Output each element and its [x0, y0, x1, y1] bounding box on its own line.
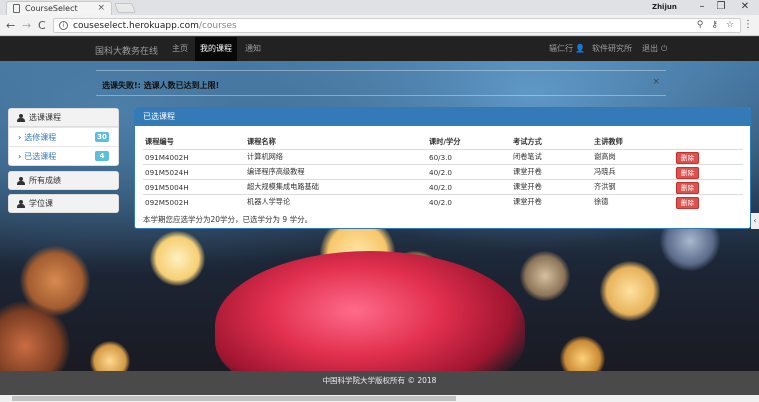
count-badge: 30: [95, 132, 109, 142]
power-icon: ⏻: [661, 44, 668, 53]
scrollbar-thumb[interactable]: [12, 396, 456, 401]
table-row: 092M5002H 机器人学导论 40/2.0 课堂开卷 徐德 删除: [143, 194, 743, 209]
delete-button[interactable]: 删除: [676, 197, 699, 209]
header-name: 课程名称: [247, 136, 276, 146]
course-name: 超大规模集成电路基础: [247, 182, 319, 191]
table-row: 091M5024H 编译程序高级教程 40/2.0 课堂开卷 冯晓兵 删除: [143, 164, 743, 179]
page-footer: 中国科学院大学版权所有 © 2018: [0, 371, 759, 395]
nav-user[interactable]: 辐仁行 👤: [544, 37, 590, 61]
sidebar-select-panel: 选课课程 › 选修课程 30 › 已选课程 4: [8, 108, 119, 166]
course-exam: 课堂开卷: [513, 197, 542, 206]
user-icon: [17, 176, 25, 185]
table-row: 091M5004H 超大规模集成电路基础 40/2.0 课堂开卷 齐洪钢 删除: [143, 179, 743, 194]
reload-button[interactable]: C: [38, 19, 46, 32]
sidebar-select-title: 选课课程: [29, 113, 61, 122]
course-code: 091M5004H: [145, 182, 189, 192]
chevron-right-icon: ›: [18, 151, 22, 161]
course-code: 091M5024H: [145, 167, 189, 177]
course-teacher: 徐德: [594, 197, 609, 206]
credit-summary: 本学期您应选学分为20学分，已选学分为 9 学分。: [143, 215, 313, 224]
sidebar-degree-panel[interactable]: 学位课: [8, 194, 119, 213]
course-teacher: 谢高岗: [594, 152, 616, 161]
sidebar-item-elective-courses[interactable]: › 选修课程 30: [9, 127, 118, 146]
alert-message: 选课失败!: 选课人数已达到上限!: [102, 81, 220, 90]
sidebar-item-selected-courses[interactable]: › 已选课程 4: [9, 146, 118, 165]
courses-table: 课程编号 课程名称 课时/学分 考试方式 主讲教师 091M4002H 计算机网…: [143, 134, 743, 209]
course-exam: 课堂开卷: [513, 167, 542, 176]
nav-logout[interactable]: 退出 ⏻: [637, 37, 672, 61]
back-button[interactable]: ←: [6, 19, 15, 32]
sidebar-grades-title: 所有成绩: [29, 176, 61, 185]
panel-title: 已选课程: [135, 108, 750, 126]
star-icon[interactable]: ☆: [726, 20, 734, 30]
new-tab-button[interactable]: [114, 3, 136, 13]
nav-home[interactable]: 主页: [167, 37, 193, 61]
url-path: /courses: [198, 20, 237, 31]
course-credit: 40/2.0: [429, 182, 452, 192]
nav-user-label: 辐仁行: [549, 44, 573, 53]
user-icon: [17, 113, 25, 122]
course-exam: 闭卷笔试: [513, 152, 542, 161]
table-row: 091M4002H 计算机网络 60/3.0 闭卷笔试 谢高岗 删除: [143, 149, 743, 164]
header-teacher: 主讲教师: [594, 136, 623, 146]
count-badge: 4: [95, 151, 109, 161]
course-credit: 60/3.0: [429, 152, 452, 162]
sidebar-select-header[interactable]: 选课课程: [9, 109, 118, 127]
delete-button[interactable]: 删除: [676, 167, 699, 179]
tab-close-icon[interactable]: ×: [97, 3, 105, 13]
course-name: 计算机网络: [247, 152, 283, 161]
sidebar-item-label: 选修课程: [24, 132, 57, 142]
header-credit: 课时/学分: [429, 136, 461, 146]
course-credit: 40/2.0: [429, 197, 452, 207]
browser-tab[interactable]: CourseSelect ×: [6, 1, 112, 15]
course-teacher: 冯晓兵: [594, 167, 616, 176]
page-icon: [13, 4, 20, 13]
sidebar-degree-title: 学位课: [29, 199, 53, 208]
key-icon[interactable]: ⚷: [711, 20, 718, 30]
course-credit: 40/2.0: [429, 167, 452, 177]
course-code: 092M5002H: [145, 197, 189, 207]
delete-button[interactable]: 删除: [676, 182, 699, 194]
header-code: 课程编号: [145, 136, 174, 146]
logout-label: 退出: [642, 44, 658, 53]
browser-tabbar: CourseSelect × Zhijun – ❐ ✕: [0, 0, 759, 15]
close-window-button[interactable]: ✕: [735, 1, 755, 12]
site-brand[interactable]: 国科大教务在线: [95, 44, 158, 57]
delete-button[interactable]: 删除: [676, 152, 699, 164]
course-name: 机器人学导论: [247, 197, 291, 206]
horizontal-scrollbar[interactable]: [0, 395, 759, 402]
course-exam: 课堂开卷: [513, 182, 542, 191]
selected-courses-panel: 已选课程 课程编号 课程名称 课时/学分 考试方式 主讲教师 091M4002H…: [134, 107, 751, 229]
zoom-icon[interactable]: ⚲: [697, 20, 704, 30]
sidebar-degree-header[interactable]: 学位课: [9, 195, 118, 212]
browser-menu-icon[interactable]: ⋮: [743, 19, 753, 30]
browser-user-name[interactable]: Zhijun: [652, 3, 677, 11]
sidebar-grades-header[interactable]: 所有成绩: [9, 172, 118, 189]
address-bar[interactable]: i couseselect.herokuapp.com /courses ⚲ ⚷…: [53, 18, 741, 33]
table-header-row: 课程编号 课程名称 课时/学分 考试方式 主讲教师: [143, 134, 743, 149]
user-icon: 👤: [575, 44, 585, 53]
url-host: couseselect.herokuapp.com: [73, 20, 199, 31]
nav-notices[interactable]: 通知: [240, 37, 266, 61]
alert-close-icon[interactable]: ×: [652, 77, 660, 87]
chevron-right-icon: ›: [18, 132, 22, 142]
error-alert: 选课失败!: 选课人数已达到上限! ×: [96, 70, 666, 96]
minimize-button[interactable]: –: [692, 1, 712, 12]
user-icon: [17, 199, 25, 208]
nav-my-courses[interactable]: 我的课程: [195, 37, 237, 61]
browser-toolbar: ← → C i couseselect.herokuapp.com /cours…: [0, 15, 759, 36]
course-teacher: 齐洪钢: [594, 182, 616, 191]
course-name: 编译程序高级教程: [247, 167, 305, 176]
side-scroll-handle[interactable]: ‹: [751, 213, 759, 229]
sidebar-grades-panel[interactable]: 所有成绩: [8, 171, 119, 190]
tab-title: CourseSelect: [25, 4, 78, 13]
info-icon[interactable]: i: [59, 21, 68, 30]
course-code: 091M4002H: [145, 152, 189, 162]
maximize-button[interactable]: ❐: [711, 1, 731, 12]
site-navbar: 国科大教务在线 主页 我的课程 通知 辐仁行 👤 软件研究所 退出 ⏻: [0, 37, 759, 61]
header-exam: 考试方式: [513, 136, 542, 146]
sidebar-item-label: 已选课程: [24, 151, 57, 161]
nav-institute[interactable]: 软件研究所: [587, 37, 637, 61]
forward-button[interactable]: →: [22, 19, 31, 32]
